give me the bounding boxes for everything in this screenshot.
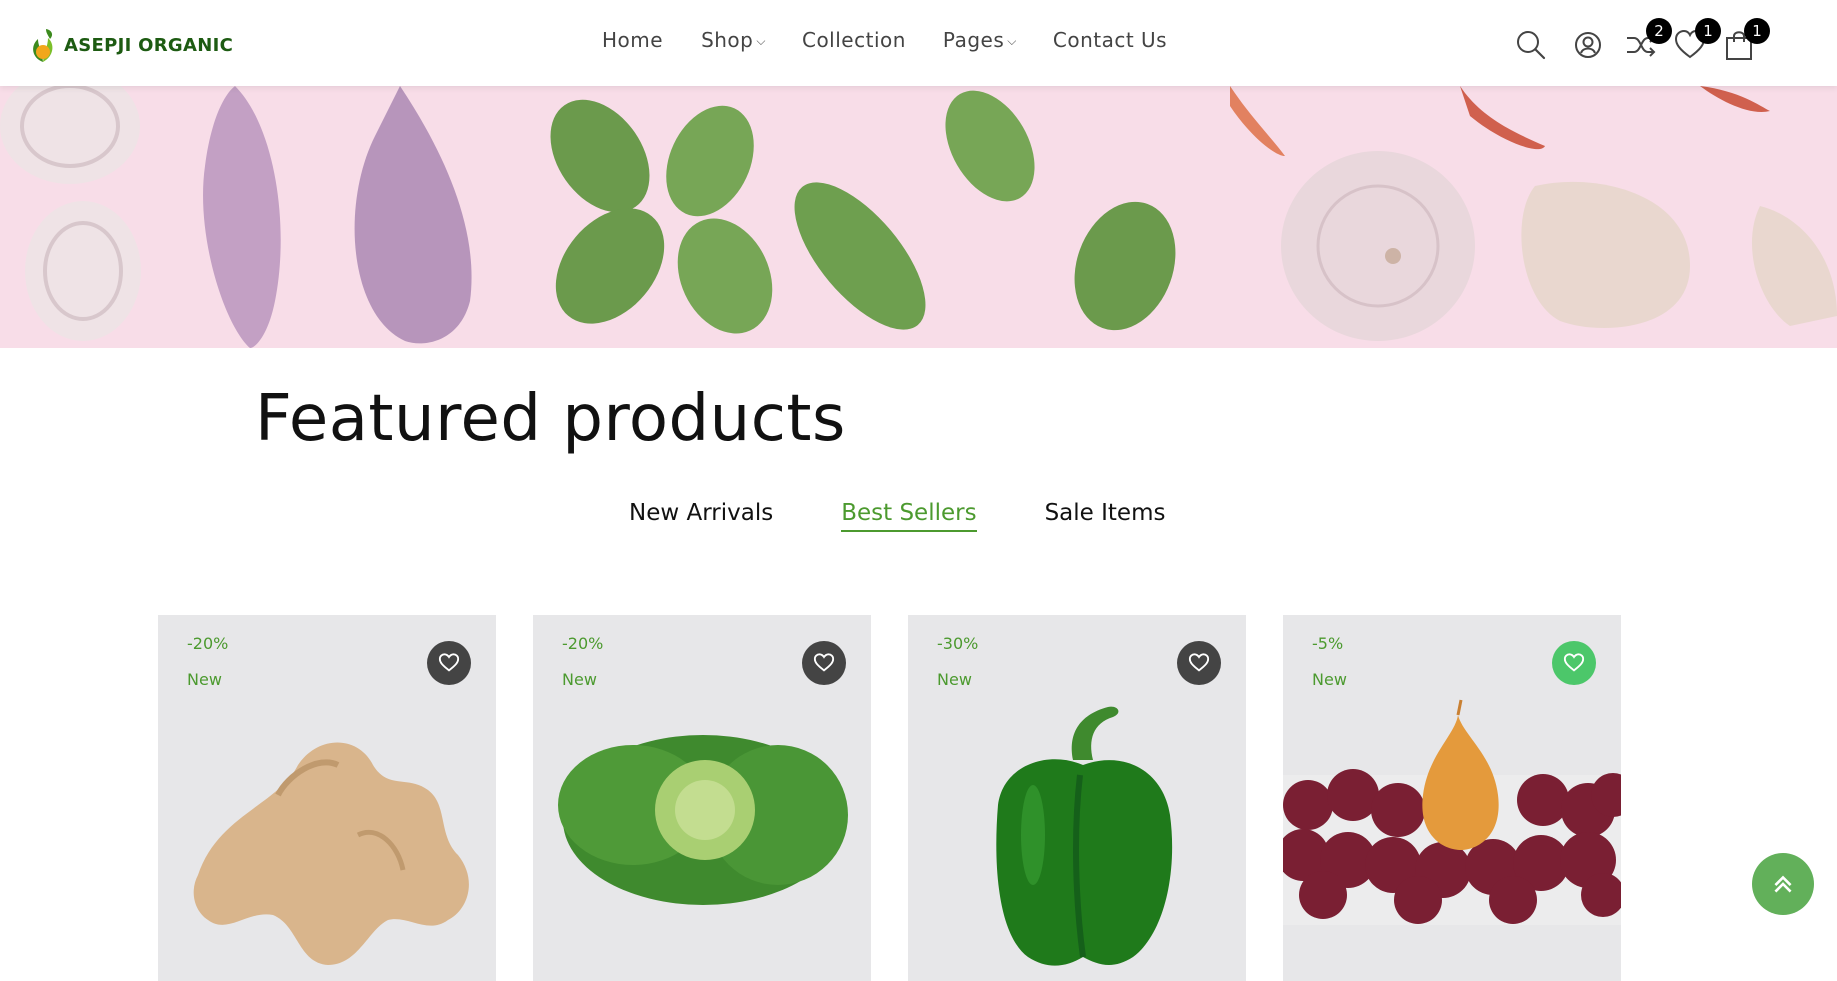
product-card[interactable]: -20% New — [158, 615, 496, 981]
cabbage-image — [558, 735, 848, 905]
onions-image — [1283, 699, 1621, 925]
nav-collection-label: Collection — [801, 28, 906, 52]
compare-count-badge: 2 — [1646, 18, 1672, 44]
hero-banner — [0, 86, 1837, 348]
nav-collection[interactable]: Collection — [802, 28, 906, 52]
heart-icon — [438, 653, 460, 672]
new-tag: New — [1312, 670, 1347, 689]
discount-label: -20% — [187, 634, 229, 653]
new-tag: New — [562, 670, 597, 689]
cart-count-badge: 1 — [1744, 18, 1770, 44]
discount-label: -20% — [562, 634, 604, 653]
green-pepper-image — [996, 706, 1173, 966]
brand-logo[interactable]: ASEPJI ORGANIC — [28, 26, 233, 64]
product-card[interactable]: -20% New — [533, 615, 871, 981]
leaf-logo-icon — [33, 29, 53, 62]
nav-home-label: Home — [602, 28, 664, 52]
header-icons: 2 1 1 — [1508, 18, 1798, 68]
discount-label: -5% — [1312, 634, 1344, 653]
discount-label: -30% — [937, 634, 979, 653]
compare-button[interactable]: 2 — [1624, 18, 1672, 62]
wishlist-button[interactable]: 1 — [1673, 18, 1721, 62]
heart-icon — [813, 653, 835, 672]
nav-contact[interactable]: Contact Us — [1053, 28, 1167, 52]
nav-pages[interactable]: Pages ⌵ — [943, 28, 1017, 52]
chevron-down-icon: ⌵ — [756, 33, 766, 48]
scroll-to-top-button[interactable] — [1752, 853, 1814, 915]
nav-shop[interactable]: Shop ⌵ — [701, 28, 766, 52]
vegetables-banner-image — [0, 86, 1837, 348]
nav-shop-label: Shop — [701, 28, 754, 52]
section-title: Featured products — [255, 382, 846, 456]
tab-sale-items[interactable]: Sale Items — [1045, 500, 1166, 532]
main-nav: Home Shop ⌵ Collection Pages ⌵ Contact U… — [602, 28, 1167, 52]
cart-button[interactable]: 1 — [1722, 18, 1770, 62]
wishlist-toggle-button[interactable] — [427, 641, 471, 685]
heart-icon — [1563, 653, 1585, 672]
nav-home[interactable]: Home — [602, 28, 663, 52]
wishlist-toggle-button[interactable] — [1552, 641, 1596, 685]
new-tag: New — [937, 670, 972, 689]
wishlist-count-badge: 1 — [1695, 18, 1721, 44]
ginger-image — [193, 742, 469, 965]
product-card[interactable]: -30% New — [908, 615, 1246, 981]
tab-new-arrivals[interactable]: New Arrivals — [629, 500, 773, 532]
new-tag: New — [187, 670, 222, 689]
site-header: ASEPJI ORGANIC Home Shop ⌵ Collection Pa… — [0, 0, 1837, 86]
double-chevron-up-icon — [1774, 875, 1792, 893]
brand-name: ASEPJI ORGANIC — [64, 34, 234, 56]
tab-best-sellers[interactable]: Best Sellers — [841, 500, 977, 532]
nav-contact-label: Contact Us — [1052, 28, 1168, 52]
search-icon[interactable] — [1514, 28, 1548, 62]
nav-pages-label: Pages — [942, 28, 1005, 52]
wishlist-toggle-button[interactable] — [802, 641, 846, 685]
product-tabs: New Arrivals Best Sellers Sale Items — [629, 500, 1165, 532]
product-card[interactable]: -5% New — [1283, 615, 1621, 981]
chevron-down-icon: ⌵ — [1007, 33, 1017, 48]
wishlist-toggle-button[interactable] — [1177, 641, 1221, 685]
heart-icon — [1188, 653, 1210, 672]
user-icon[interactable] — [1571, 28, 1605, 62]
